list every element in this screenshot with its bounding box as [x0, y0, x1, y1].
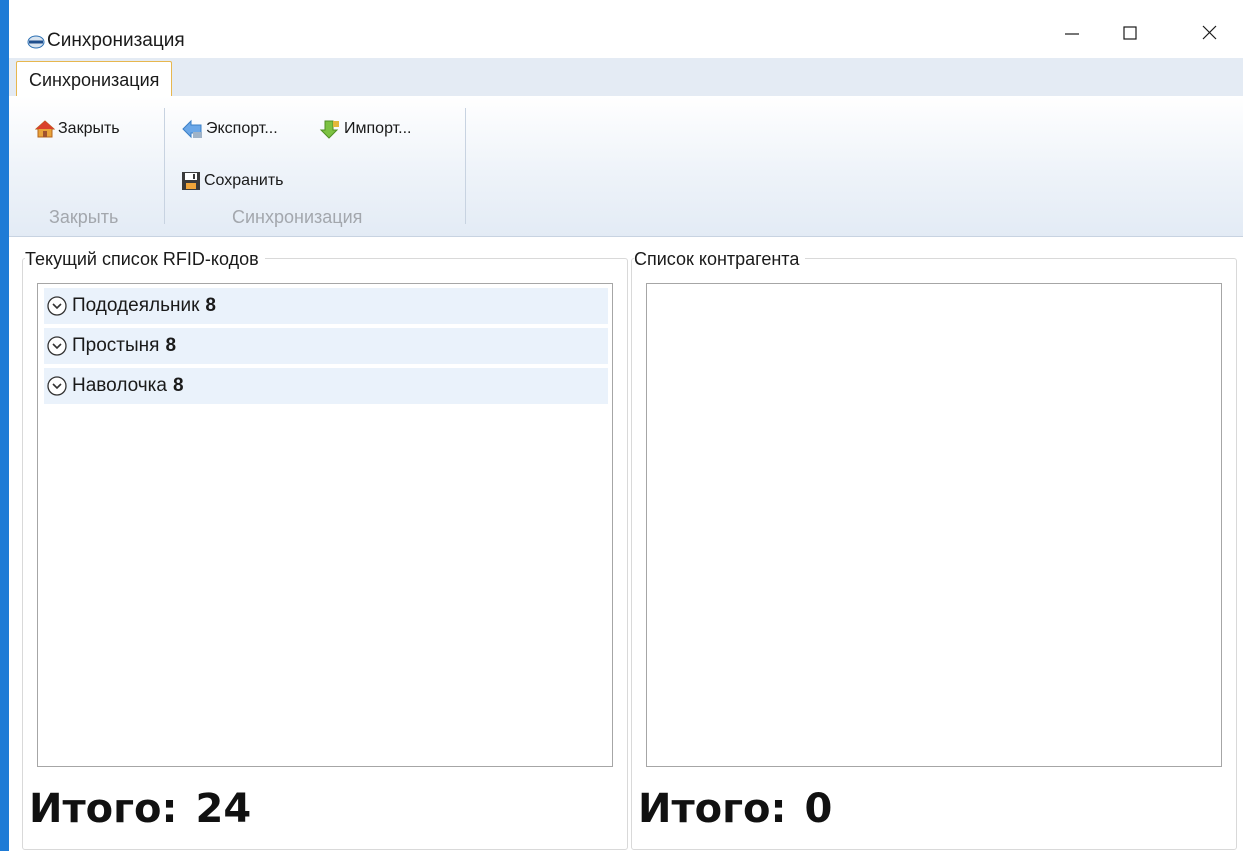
export-button[interactable]: Экспорт... — [181, 117, 278, 141]
item-name: Наволочка — [72, 375, 167, 396]
import-button-label: Импорт... — [344, 120, 412, 137]
import-arrow-icon — [319, 120, 339, 139]
list-item[interactable]: Пододеяльник 8 — [44, 288, 608, 324]
app-logo-icon — [27, 35, 45, 49]
item-name: Пододеяльник — [72, 295, 200, 316]
group-label-sync: Синхронизация — [232, 207, 363, 227]
close-icon — [1202, 25, 1217, 40]
export-button-label: Экспорт... — [206, 120, 278, 137]
window-title: Синхронизация — [47, 30, 185, 51]
total-value: 24 — [195, 786, 252, 832]
group-separator — [465, 108, 466, 224]
counterparty-list[interactable] — [646, 283, 1222, 767]
item-name: Простыня — [72, 335, 160, 356]
item-count: 8 — [172, 375, 184, 396]
ribbon-tab-strip: Синхронизация — [9, 58, 1243, 98]
close-button-label: Закрыть — [58, 120, 120, 137]
minimize-button[interactable] — [1049, 18, 1095, 48]
item-count: 8 — [165, 335, 177, 356]
panel-title: Текущий список RFID-кодов — [25, 248, 265, 270]
chevron-down-icon[interactable] — [46, 295, 68, 317]
total-summary: Итого: 24 — [29, 786, 251, 832]
item-count: 8 — [205, 295, 216, 316]
minimize-icon — [1065, 33, 1079, 35]
maximize-icon — [1123, 26, 1137, 40]
title-bar: Синхронизация — [9, 0, 1243, 58]
export-arrow-icon — [182, 119, 202, 139]
chevron-down-icon[interactable] — [46, 335, 68, 357]
rfid-list-panel: Текущий список RFID-кодов Пододеяльник 8… — [22, 248, 628, 850]
group-separator — [164, 108, 165, 224]
counterparty-list-panel: Список контрагента Итого: 0 — [631, 248, 1237, 850]
total-label: Итого: — [638, 786, 787, 832]
panel-title: Список контрагента — [634, 248, 806, 270]
total-summary: Итого: 0 — [638, 786, 832, 832]
save-button-label: Сохранить — [204, 172, 284, 189]
list-item[interactable]: Наволочка 8 — [44, 368, 608, 404]
rfid-list[interactable]: Пододеяльник 8 Простыня 8 Наволочка 8 — [37, 283, 613, 767]
app-window: Синхронизация Синхронизация Закрыть Эксп… — [9, 0, 1243, 851]
chevron-down-icon[interactable] — [46, 375, 68, 397]
group-label-close: Закрыть — [49, 207, 119, 227]
maximize-button[interactable] — [1107, 18, 1153, 48]
total-label: Итого: — [29, 786, 178, 832]
total-value: 0 — [804, 786, 833, 832]
tab-sync[interactable]: Синхронизация — [16, 61, 173, 98]
home-icon — [35, 120, 55, 138]
list-item[interactable]: Простыня 8 — [44, 328, 608, 364]
save-button[interactable]: Сохранить — [181, 169, 284, 193]
close-window-button[interactable] — [1187, 18, 1233, 48]
window-accent-border — [0, 0, 9, 851]
close-button[interactable]: Закрыть — [35, 117, 120, 141]
ribbon-panel: Закрыть Экспорт... Импорт... Сохранить З… — [9, 96, 1243, 237]
save-icon — [182, 172, 200, 190]
import-button[interactable]: Импорт... — [319, 117, 412, 141]
